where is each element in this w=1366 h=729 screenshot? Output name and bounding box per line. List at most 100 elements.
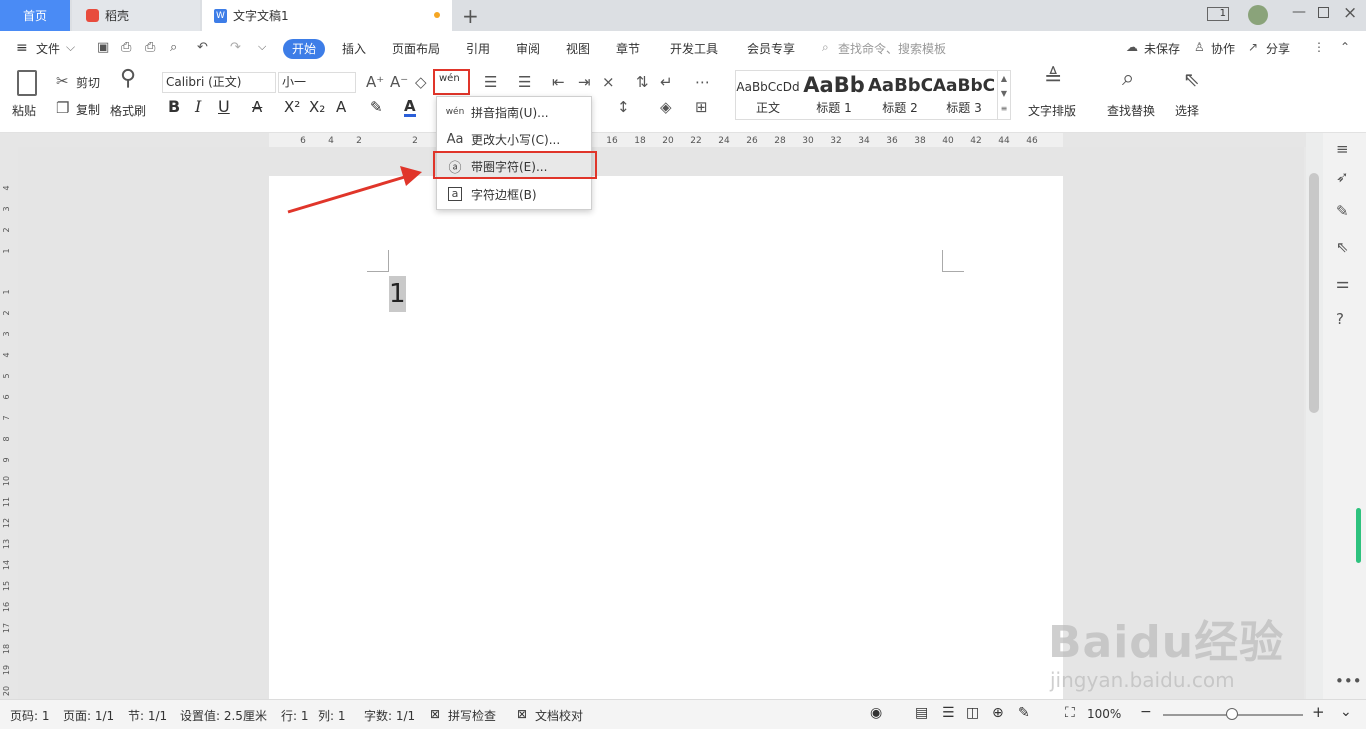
reading-view-icon[interactable]: ◫ (966, 705, 979, 721)
text-layout-button[interactable]: 文字排版 (1028, 102, 1076, 119)
tab-daoke[interactable]: 稻壳 (72, 0, 200, 31)
menu-insert[interactable]: 插入 (342, 40, 366, 57)
more-icon[interactable]: ⋮ (1313, 40, 1325, 54)
shrink-font-icon[interactable]: A⁻ (390, 74, 408, 90)
zoom-out-icon[interactable]: − (1140, 704, 1152, 720)
highlight-icon[interactable]: ✎ (370, 99, 383, 115)
outline-view-icon[interactable]: ☰ (942, 705, 955, 721)
paste-icon[interactable] (17, 70, 37, 96)
italic-button[interactable]: I (195, 99, 201, 115)
strikethrough-icon[interactable]: A (252, 99, 262, 115)
menu-start[interactable]: 开始 (283, 39, 325, 59)
underline-button[interactable]: U (218, 99, 230, 115)
document-text[interactable]: 1 (389, 276, 406, 312)
font-color-button[interactable]: A (404, 98, 416, 117)
copy-button[interactable]: 复制 (76, 101, 100, 118)
page-view-icon[interactable]: ▤ (915, 705, 928, 721)
cut-button[interactable]: 剪切 (76, 74, 100, 91)
command-search-input[interactable]: 查找命令、搜索模板 (838, 40, 946, 57)
line-break-icon[interactable]: ↵ (660, 74, 673, 90)
line-spacing-icon[interactable]: ↕ (617, 99, 630, 115)
settings-sliders-icon[interactable]: ⚌ (1336, 275, 1349, 291)
menu-devtools[interactable]: 开发工具 (670, 40, 718, 57)
vertical-scrollbar[interactable] (1306, 133, 1323, 699)
avatar[interactable] (1248, 5, 1268, 25)
proofread-button[interactable]: 文档校对 (535, 707, 583, 724)
chinese-layout-icon[interactable]: ⨯ (602, 74, 615, 90)
clear-format-icon[interactable]: ◇ (415, 74, 427, 90)
scrollbar-thumb[interactable] (1309, 173, 1319, 413)
menu-review[interactable]: 审阅 (516, 40, 540, 57)
decrease-indent-icon[interactable]: ⇤ (552, 74, 565, 90)
spellcheck-button[interactable]: 拼写检查 (448, 707, 496, 724)
superscript-button[interactable]: X² (284, 99, 300, 115)
menu-view[interactable]: 视图 (566, 40, 590, 57)
tab-home[interactable]: 首页 (0, 0, 70, 31)
print-preview-icon[interactable]: ⎙ (121, 40, 131, 55)
zoom-slider-handle[interactable] (1226, 708, 1238, 720)
cursor-icon[interactable]: ⇖ (1336, 239, 1349, 255)
menu-file[interactable]: 文件 (36, 40, 60, 57)
print-icon[interactable]: ⎙ (145, 40, 155, 55)
format-painter-button[interactable]: 格式刷 (110, 102, 146, 119)
more-dots-icon[interactable]: ••• (1335, 673, 1362, 689)
menu-item-character-border[interactable]: a 字符边框(B) (437, 181, 591, 207)
style-gallery-scroll-icon[interactable]: ▲ ▼ ≡ (997, 71, 1010, 119)
style-heading-2[interactable]: AaBbC 标题 2 (868, 71, 932, 119)
eye-protection-icon[interactable]: ◉ (870, 705, 882, 721)
page-indicator-icon[interactable]: 1 (1207, 7, 1229, 21)
unsaved-status[interactable]: 未保存 (1144, 40, 1180, 57)
web-view-icon[interactable]: ⊕ (992, 705, 1004, 721)
collapse-ribbon-icon[interactable]: ⌃ (1340, 40, 1350, 54)
menu-page-layout[interactable]: 页面布局 (392, 40, 440, 57)
font-family-select[interactable]: Calibri (正文) (162, 72, 276, 93)
shading-icon[interactable]: ◈ (660, 99, 672, 115)
text-effect-icon[interactable]: A (336, 99, 346, 115)
zoom-level[interactable]: 100% (1087, 707, 1121, 721)
grow-font-icon[interactable]: A⁺ (366, 74, 384, 90)
restore-icon[interactable] (1318, 7, 1329, 18)
hamburger-icon[interactable]: ≡ (16, 40, 28, 56)
zoom-in-icon[interactable]: + (1312, 703, 1325, 721)
find-replace-button[interactable]: 查找替换 (1107, 102, 1155, 119)
menu-reference[interactable]: 引用 (466, 40, 490, 57)
menu-item-phonetic-guide[interactable]: wén 拼音指南(U)... (437, 99, 591, 125)
paste-button[interactable]: 粘贴 (12, 102, 36, 119)
undo-icon[interactable]: ↶ (197, 40, 208, 55)
quick-access-dropdown-icon[interactable]: ⌵ (258, 40, 266, 54)
document-page[interactable]: 1 (269, 176, 1063, 729)
rocket-icon[interactable]: ➶ (1336, 169, 1349, 185)
collapse-status-icon[interactable]: ⌄ (1340, 704, 1352, 720)
fit-page-icon[interactable]: ⛶ (1065, 705, 1075, 721)
pen-icon[interactable]: ✎ (1336, 203, 1349, 219)
menu-section[interactable]: 章节 (616, 40, 640, 57)
menu-vip[interactable]: 会员专享 (747, 40, 795, 57)
subscript-button[interactable]: X₂ (309, 99, 325, 115)
tab-document[interactable]: W 文字文稿1 (202, 0, 452, 31)
collab-button[interactable]: 协作 (1211, 40, 1235, 57)
status-words[interactable]: 字数: 1/1 (364, 707, 415, 724)
show-marks-icon[interactable]: ⋯ (695, 74, 710, 90)
style-heading-1[interactable]: AaBb 标题 1 (802, 71, 866, 119)
sort-icon[interactable]: ⇅ (636, 74, 649, 90)
close-icon[interactable]: × (1343, 3, 1357, 23)
minimize-icon[interactable]: — (1292, 4, 1306, 20)
help-icon[interactable]: ? (1336, 311, 1344, 327)
numbered-list-icon[interactable]: ☰ (518, 74, 531, 90)
new-tab-plus-icon[interactable]: + (462, 4, 479, 28)
bold-button[interactable]: B (168, 99, 180, 115)
save-icon[interactable]: ▣ (97, 40, 109, 55)
write-mode-icon[interactable]: ✎ (1018, 705, 1030, 721)
redo-icon[interactable]: ↷ (230, 40, 241, 55)
bullet-list-icon[interactable]: ☰ (484, 74, 497, 90)
search-doc-icon[interactable]: ⌕ (170, 40, 177, 55)
borders-icon[interactable]: ⊞ (695, 99, 708, 115)
select-button[interactable]: 选择 (1175, 102, 1199, 119)
increase-indent-icon[interactable]: ⇥ (578, 74, 591, 90)
side-menu-icon[interactable]: ≡ (1336, 141, 1349, 157)
menu-item-change-case[interactable]: Aa 更改大小写(C)... (437, 126, 591, 152)
font-size-select[interactable]: 小一 (278, 72, 356, 93)
style-normal[interactable]: AaBbCcDd 正文 (736, 71, 800, 119)
share-button[interactable]: 分享 (1266, 40, 1290, 57)
style-heading-3[interactable]: AaBbC 标题 3 (932, 71, 996, 119)
